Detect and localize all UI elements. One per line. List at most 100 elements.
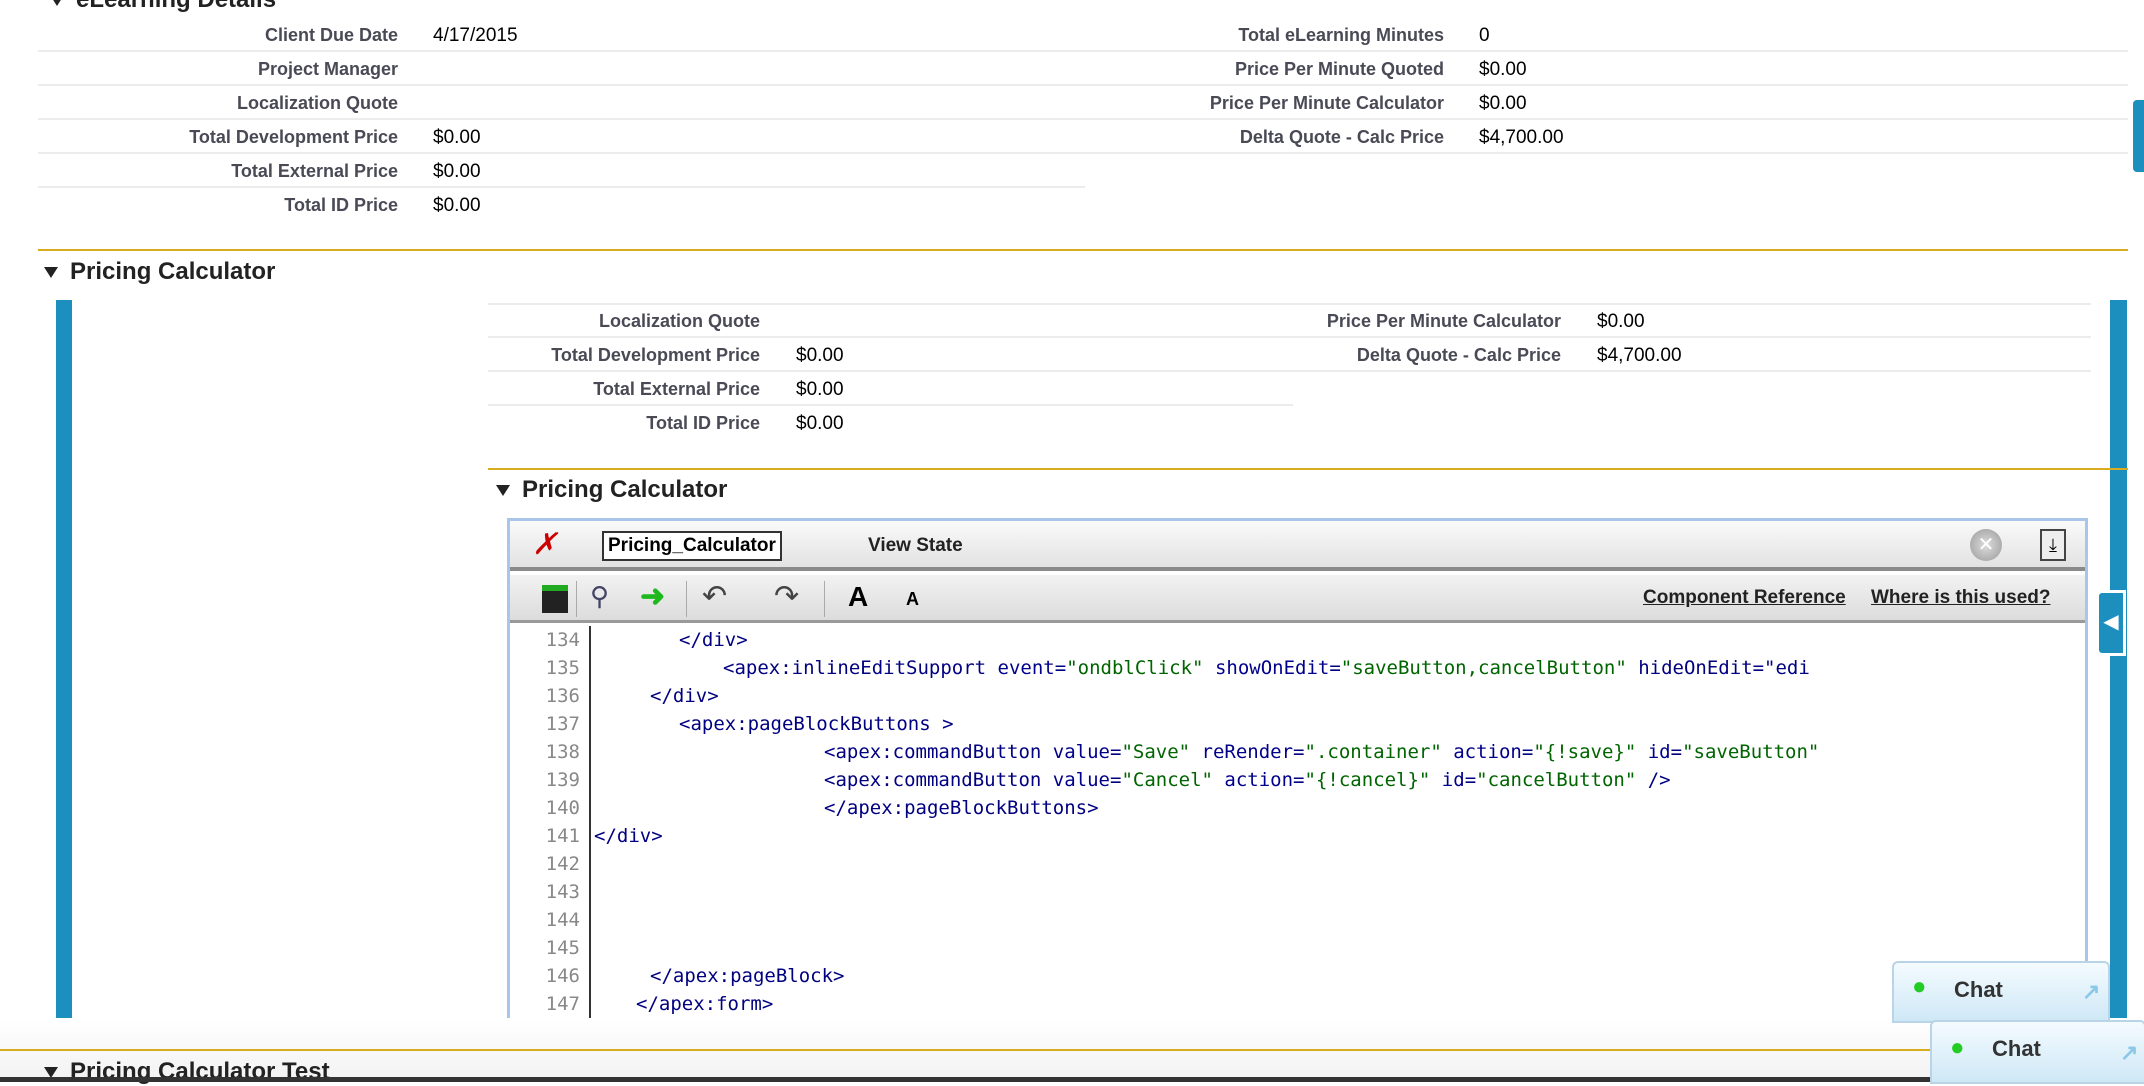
line-number: 146 (545, 965, 580, 987)
field-value: $0.00 (796, 345, 844, 366)
chat-label: Chat (1992, 1036, 2041, 1061)
line-number: 145 (545, 937, 580, 959)
field-label: Price Per Minute Calculator (1326, 311, 1561, 331)
field-label: Total External Price (231, 161, 398, 181)
chat-widget[interactable]: ● Chat ↗ (1930, 1020, 2144, 1084)
close-x-icon[interactable]: ✗ (532, 527, 557, 562)
field-label: Total ID Price (646, 413, 760, 433)
editor-toolbar: ⚲ ➜ ↶ ↷ A A Component Reference Where is… (510, 575, 2085, 623)
line-number: 135 (545, 657, 580, 679)
field-label: Price Per Minute Calculator (1209, 93, 1444, 113)
redo-icon[interactable]: ↷ (774, 579, 799, 614)
field-value: $0.00 (796, 379, 844, 400)
field-label: Delta Quote - Calc Price (1356, 345, 1561, 365)
field-label: Localization Quote (598, 311, 760, 331)
where-used-link[interactable]: Where is this used? (1871, 587, 2050, 609)
code-line: </apex:pageBlockButtons> (824, 797, 1099, 819)
collapse-triangle-icon (496, 485, 510, 497)
code-line: </div> (594, 825, 663, 847)
field-value: $0.00 (433, 161, 481, 182)
line-number: 138 (545, 741, 580, 763)
section-divider (0, 1049, 1940, 1051)
chat-label: Chat (1954, 977, 2003, 1002)
window-bottom-edge (0, 1077, 2144, 1082)
section-divider (488, 468, 2128, 470)
section-header-pricing[interactable]: Pricing Calculator (44, 258, 275, 286)
expand-arrow-icon[interactable]: ↗ (2082, 979, 2100, 1005)
save-icon[interactable] (542, 585, 568, 613)
line-number: 136 (545, 685, 580, 707)
field-label: Total eLearning Minutes (1238, 25, 1444, 45)
code-line: </apex:pageBlock> (650, 965, 845, 987)
field-label: Price Per Minute Quoted (1234, 59, 1444, 79)
tab-view-state[interactable]: View State (868, 535, 963, 557)
chat-bubble-icon: ● (1950, 1034, 1965, 1061)
field-row (488, 406, 1293, 440)
side-tab-top[interactable] (2133, 100, 2144, 172)
field-label: Localization Quote (236, 93, 398, 113)
line-number: 140 (545, 797, 580, 819)
code-editor[interactable]: ✗ Pricing_Calculator View State ✕ ⤓ ⚲ ➜ … (507, 518, 2088, 1018)
chat-widget[interactable]: ● Chat ↗ (1892, 961, 2110, 1023)
section-title: Pricing Calculator (70, 258, 276, 285)
code-area[interactable]: 134 </div> 135 <apex:inlineEditSupport even… (510, 626, 2085, 1018)
field-value: $4,700.00 (1597, 345, 1682, 366)
collapse-triangle-icon (50, 0, 64, 7)
code-line: <apex:pageBlockButtons > (679, 713, 954, 735)
line-number: 143 (545, 881, 580, 903)
toolbar-separator (576, 581, 577, 617)
expand-arrow-icon[interactable]: ↗ (2120, 1040, 2138, 1066)
go-to-arrow-icon[interactable]: ➜ (640, 579, 665, 614)
collapse-triangle-icon (44, 267, 58, 279)
settings-tools-icon[interactable]: ✕ (1970, 529, 2002, 561)
right-blue-bar (2110, 300, 2127, 1018)
field-value: 0 (1479, 25, 1490, 46)
field-label: Total Development Price (189, 127, 398, 147)
font-increase-button[interactable]: A (848, 581, 868, 613)
section-title: Pricing Calculator (522, 476, 728, 503)
code-line: </apex:form> (636, 993, 774, 1015)
field-label: Total External Price (593, 379, 760, 399)
undo-icon[interactable]: ↶ (702, 579, 727, 614)
field-label: Total Development Price (551, 345, 760, 365)
toolbar-separator (686, 581, 687, 617)
field-row (38, 154, 1085, 188)
field-label: Client Due Date (264, 25, 398, 45)
line-number: 142 (545, 853, 580, 875)
field-label: Delta Quote - Calc Price (1239, 127, 1444, 147)
field-value: $0.00 (1479, 93, 1527, 114)
code-line: <apex:inlineEditSupport event="ondblClic… (723, 657, 1810, 679)
line-number: 144 (545, 909, 580, 931)
section-title: eLearning Details (76, 0, 276, 13)
field-value: $0.00 (433, 195, 481, 216)
tab-pricing-calculator[interactable]: Pricing_Calculator (602, 531, 782, 561)
editor-tab-bar: ✗ Pricing_Calculator View State ✕ ⤓ (510, 521, 2085, 571)
toolbar-separator (824, 581, 825, 617)
search-icon[interactable]: ⚲ (590, 581, 609, 612)
code-line: <apex:commandButton value="Cancel" actio… (824, 769, 1671, 791)
line-number: 134 (545, 629, 580, 651)
field-value: $0.00 (796, 413, 844, 434)
line-number: 137 (545, 713, 580, 735)
field-value: $0.00 (1479, 59, 1527, 80)
section-divider (38, 249, 2128, 251)
field-label: Total ID Price (284, 195, 398, 215)
line-number: 141 (545, 825, 580, 847)
section-header-elearning[interactable]: eLearning Details (50, 0, 276, 14)
line-number: 139 (545, 769, 580, 791)
section-header-pricing-inner[interactable]: Pricing Calculator (496, 476, 727, 504)
field-value: $4,700.00 (1479, 127, 1564, 148)
field-value: $0.00 (433, 127, 481, 148)
collapse-panel-tab[interactable]: ◀ (2096, 590, 2126, 656)
field-value: $0.00 (1597, 311, 1645, 332)
line-number: 147 (545, 993, 580, 1015)
field-value: 4/17/2015 (433, 25, 518, 46)
chat-bubble-icon: ● (1912, 973, 1927, 1000)
field-label: Project Manager (257, 59, 398, 79)
code-line: <apex:commandButton value="Save" reRende… (824, 741, 1820, 763)
font-decrease-button[interactable]: A (906, 589, 919, 610)
download-icon[interactable]: ⤓ (2040, 529, 2066, 561)
left-blue-bar (56, 300, 72, 1018)
component-reference-link[interactable]: Component Reference (1643, 587, 1846, 609)
code-line: </div> (650, 685, 719, 707)
